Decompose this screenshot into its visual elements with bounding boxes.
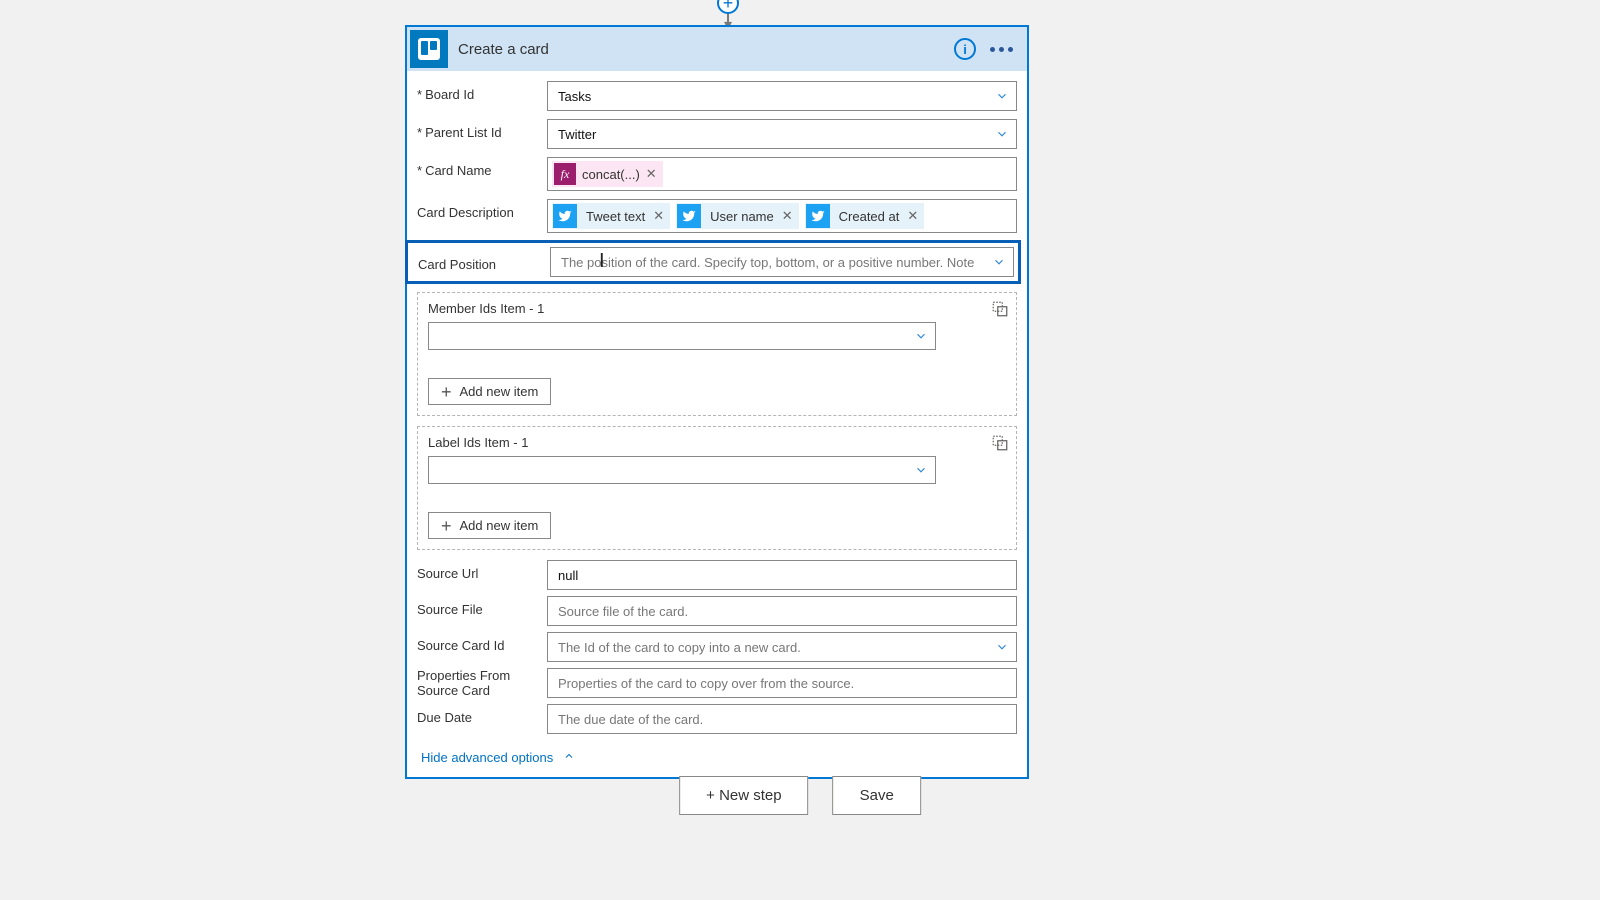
card-name-input[interactable]: fx concat(...) ✕ xyxy=(547,157,1017,191)
card-position-row: Card Position The position of the card. … xyxy=(405,240,1021,284)
twitter-icon xyxy=(553,204,577,228)
add-item-label: Add new item xyxy=(460,384,539,399)
chevron-down-icon xyxy=(985,255,1013,269)
card-title: Create a card xyxy=(458,41,954,58)
card-header[interactable]: Create a card i xyxy=(407,27,1027,71)
card-description-input[interactable]: Tweet text ✕ User name ✕ Created at ✕ xyxy=(547,199,1017,233)
remove-token-button[interactable]: ✕ xyxy=(646,166,663,182)
member-ids-item-label: Member Ids Item - 1 xyxy=(428,301,1006,316)
add-step-above-button[interactable]: + xyxy=(717,0,739,14)
hide-advanced-options-link[interactable]: Hide advanced options xyxy=(421,750,575,765)
action-card: Create a card i *Board Id Tasks *Parent … xyxy=(405,25,1029,779)
board-id-value: Tasks xyxy=(548,89,988,104)
board-id-label: *Board Id xyxy=(417,81,547,102)
member-ids-item-select[interactable] xyxy=(428,322,936,350)
token-label: User name xyxy=(702,209,782,224)
fx-token[interactable]: fx concat(...) ✕ xyxy=(552,161,663,187)
card-position-select[interactable]: The position of the card. Specify top, b… xyxy=(550,247,1014,277)
twitter-icon xyxy=(806,204,830,228)
due-date-input[interactable]: The due date of the card. xyxy=(547,704,1017,734)
remove-token-button[interactable]: ✕ xyxy=(907,208,924,224)
properties-from-source-label: Properties From Source Card xyxy=(417,668,547,698)
switch-array-mode-button[interactable] xyxy=(990,433,1010,453)
add-item-label: Add new item xyxy=(460,518,539,533)
chevron-down-icon xyxy=(907,463,935,477)
parent-list-id-value: Twitter xyxy=(548,127,988,142)
source-card-id-label: Source Card Id xyxy=(417,632,547,653)
twitter-token-created-at[interactable]: Created at ✕ xyxy=(805,203,925,229)
chevron-down-icon xyxy=(988,640,1016,654)
info-icon[interactable]: i xyxy=(954,38,976,60)
chevron-up-icon xyxy=(563,750,575,765)
switch-array-mode-button[interactable] xyxy=(990,299,1010,319)
card-position-label: Card Position xyxy=(418,253,550,272)
add-label-item-button[interactable]: + Add new item xyxy=(428,512,551,539)
twitter-token-tweet-text[interactable]: Tweet text ✕ xyxy=(552,203,670,229)
new-step-button[interactable]: + New step xyxy=(679,776,808,815)
source-file-input[interactable]: Source file of the card. xyxy=(547,596,1017,626)
source-card-id-placeholder: The Id of the card to copy into a new ca… xyxy=(548,640,988,655)
properties-from-source-input[interactable]: Properties of the card to copy over from… xyxy=(547,668,1017,698)
board-id-select[interactable]: Tasks xyxy=(547,81,1017,111)
source-url-label: Source Url xyxy=(417,560,547,581)
member-ids-group: Member Ids Item - 1 + Add new item xyxy=(417,292,1017,416)
chevron-down-icon xyxy=(988,89,1016,103)
twitter-token-user-name[interactable]: User name ✕ xyxy=(676,203,798,229)
fx-token-label: concat(...) xyxy=(576,167,646,182)
remove-token-button[interactable]: ✕ xyxy=(653,208,670,224)
label-ids-item-select[interactable] xyxy=(428,456,936,484)
chevron-down-icon xyxy=(907,329,935,343)
source-url-input[interactable]: null xyxy=(547,560,1017,590)
more-menu-button[interactable] xyxy=(990,47,1013,52)
source-file-label: Source File xyxy=(417,596,547,617)
label-ids-item-label: Label Ids Item - 1 xyxy=(428,435,1006,450)
card-position-placeholder: The position of the card. Specify top, b… xyxy=(551,255,985,270)
plus-icon: + xyxy=(441,519,452,533)
remove-token-button[interactable]: ✕ xyxy=(782,208,799,224)
parent-list-id-select[interactable]: Twitter xyxy=(547,119,1017,149)
trello-icon xyxy=(410,30,448,68)
token-label: Created at xyxy=(831,209,908,224)
source-card-id-select[interactable]: The Id of the card to copy into a new ca… xyxy=(547,632,1017,662)
token-label: Tweet text xyxy=(578,209,653,224)
card-description-label: Card Description xyxy=(417,199,547,220)
save-button[interactable]: Save xyxy=(833,776,921,815)
due-date-label: Due Date xyxy=(417,704,547,725)
add-member-item-button[interactable]: + Add new item xyxy=(428,378,551,405)
card-name-label: *Card Name xyxy=(417,157,547,178)
chevron-down-icon xyxy=(988,127,1016,141)
label-ids-group: Label Ids Item - 1 + Add new item xyxy=(417,426,1017,550)
plus-icon: + xyxy=(441,385,452,399)
parent-list-id-label: *Parent List Id xyxy=(417,119,547,140)
fx-icon: fx xyxy=(554,163,576,185)
twitter-icon xyxy=(677,204,701,228)
